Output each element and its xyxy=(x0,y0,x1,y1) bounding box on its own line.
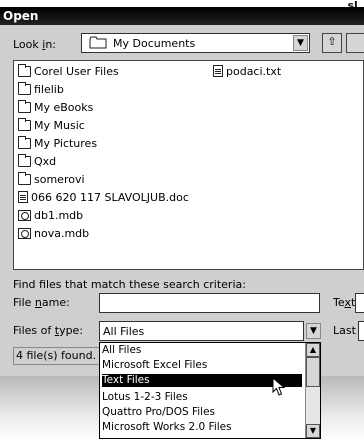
list-item[interactable]: db1.mdb xyxy=(18,208,83,224)
scroll-thumb[interactable] xyxy=(306,357,320,387)
mouse-pointer-icon xyxy=(272,377,286,396)
file-list[interactable]: Corel User Files filelib My eBooks My Mu… xyxy=(13,60,364,270)
chevron-down-icon: ▼ xyxy=(310,326,317,336)
list-item[interactable]: My Music xyxy=(18,118,85,134)
text-property-input[interactable] xyxy=(355,293,364,313)
last-modified-label: Last xyxy=(333,324,356,337)
list-item[interactable]: somerovi xyxy=(18,172,85,188)
search-criteria-heading: Find files that match these search crite… xyxy=(13,278,246,291)
folder-icon xyxy=(18,118,31,131)
scroll-up-button[interactable]: ▲ xyxy=(306,343,320,357)
look-in-label: Look in: xyxy=(13,38,57,51)
status-text: 4 file(s) found. xyxy=(13,347,103,365)
chevron-down-icon: ▼ xyxy=(297,38,304,48)
text-file-icon xyxy=(213,65,223,77)
file-name-input[interactable] xyxy=(99,293,320,313)
folder-icon xyxy=(18,64,31,77)
dropdown-scrollbar[interactable]: ▲ ▼ xyxy=(305,343,320,438)
files-of-type-select[interactable]: All Files xyxy=(99,321,304,341)
arrow-down-icon: ▼ xyxy=(309,426,317,435)
look-in-combo[interactable]: My Documents ▼ xyxy=(81,33,310,53)
look-in-dropdown-button[interactable]: ▼ xyxy=(293,35,308,51)
dropdown-option[interactable]: All Files xyxy=(102,344,141,357)
open-dialog: Look in: My Documents ▼ ⇧ Corel User Fil… xyxy=(0,25,364,376)
dropdown-option[interactable]: Quattro Pro/DOS Files xyxy=(102,406,215,419)
list-item[interactable]: nova.mdb xyxy=(18,226,89,242)
list-item[interactable]: My eBooks xyxy=(18,100,93,116)
list-item[interactable]: podaci.txt xyxy=(213,64,281,80)
dropdown-option[interactable]: Microsoft Excel Files xyxy=(102,359,207,372)
dropdown-option[interactable]: Microsoft Works 2.0 Files xyxy=(102,421,232,434)
folder-icon xyxy=(89,36,107,49)
file-name-label: File name: xyxy=(13,296,70,309)
files-of-type-dropdown-button[interactable]: ▼ xyxy=(306,323,321,339)
list-item[interactable]: My Pictures xyxy=(18,136,97,152)
access-db-icon xyxy=(18,228,31,239)
arrow-up-icon: ▲ xyxy=(309,345,317,354)
list-item[interactable]: Qxd xyxy=(18,154,56,170)
access-db-icon xyxy=(18,210,31,221)
look-in-value: My Documents xyxy=(113,37,196,50)
text-property-label: Text xyxy=(333,296,356,309)
last-modified-select[interactable] xyxy=(358,321,364,341)
up-folder-icon: ⇧ xyxy=(327,35,337,48)
toolbar-button-partial[interactable] xyxy=(346,33,364,53)
files-of-type-value: All Files xyxy=(103,325,145,338)
folder-icon xyxy=(18,82,31,95)
files-of-type-label: Files of type: xyxy=(13,324,84,337)
folder-icon xyxy=(18,154,31,167)
scroll-down-button[interactable]: ▼ xyxy=(306,424,320,438)
list-item[interactable]: Corel User Files xyxy=(18,64,119,80)
folder-icon xyxy=(18,136,31,149)
files-of-type-list[interactable]: All Files Microsoft Excel Files Text Fil… xyxy=(99,342,321,439)
folder-icon xyxy=(18,100,31,113)
window-title: Open xyxy=(0,7,364,25)
dropdown-option[interactable]: Lotus 1-2-3 Files xyxy=(102,391,188,404)
up-one-level-button[interactable]: ⇧ xyxy=(322,33,342,53)
word-doc-icon xyxy=(18,191,28,203)
folder-icon xyxy=(18,172,31,185)
list-item[interactable]: 066 620 117 SLAVOLJUB.doc xyxy=(18,190,189,206)
list-item[interactable]: filelib xyxy=(18,82,64,98)
